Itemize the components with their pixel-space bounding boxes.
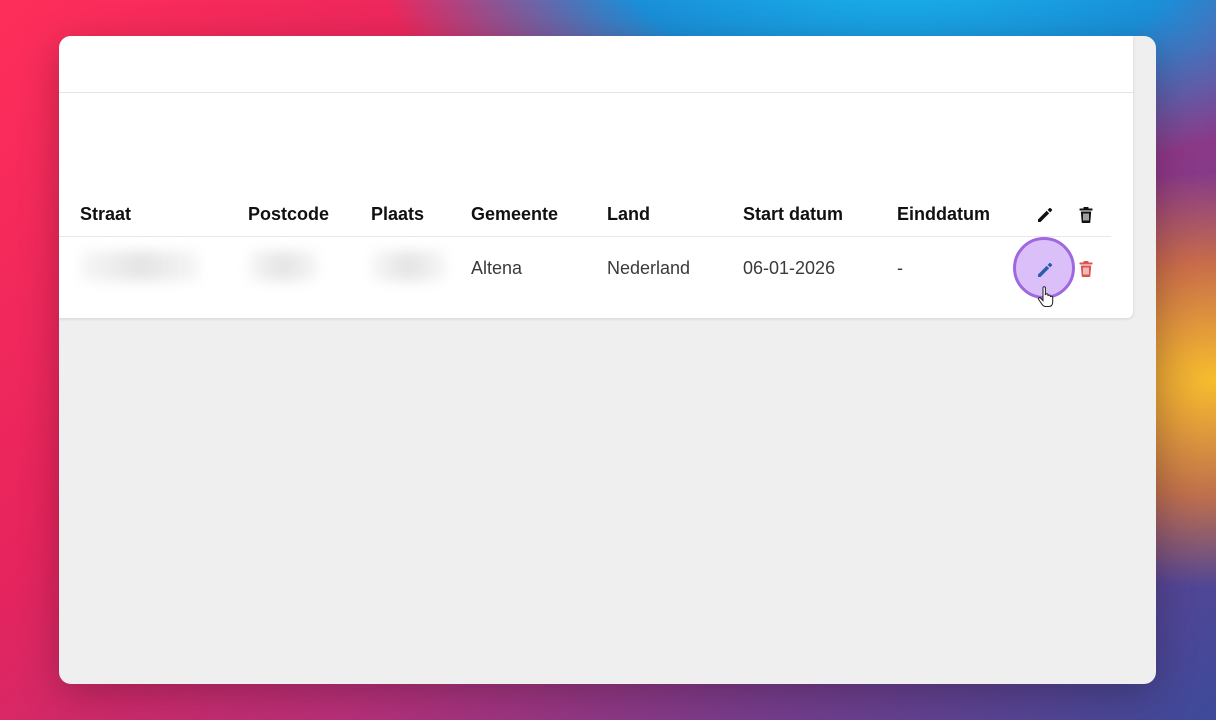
cell-start-datum: 06-01-2026	[743, 257, 836, 278]
cell-postcode	[248, 237, 371, 300]
address-table: Straat Postcode Plaats Gemeente Land Sta…	[59, 192, 1111, 307]
col-gemeente[interactable]: Gemeente	[471, 192, 607, 237]
cell-delete	[1076, 237, 1111, 300]
edit-button[interactable]	[1013, 236, 1075, 307]
table-header-row: Straat Postcode Plaats Gemeente Land Sta…	[59, 192, 1111, 237]
cell-plaats	[371, 237, 471, 300]
app-window: Straat Postcode Plaats Gemeente Land Sta…	[59, 36, 1156, 684]
col-einddatum[interactable]: Einddatum	[897, 192, 1035, 237]
redacted-straat	[80, 250, 200, 281]
cell-edit	[1013, 236, 1076, 307]
redacted-postcode	[248, 250, 318, 281]
col-postcode[interactable]: Postcode	[248, 192, 371, 237]
col-land[interactable]: Land	[607, 192, 743, 237]
pencil-icon	[1038, 207, 1053, 222]
delete-icon[interactable]	[1076, 259, 1096, 279]
col-delete	[1076, 192, 1111, 237]
cell-straat	[59, 237, 248, 300]
col-plaats[interactable]: Plaats	[371, 192, 471, 237]
edit-icon	[1038, 262, 1053, 277]
hand-cursor-icon	[1037, 286, 1054, 307]
cell-land: Nederland	[607, 257, 691, 278]
table-row[interactable]: Altena Nederland 06-01-2026 -	[59, 236, 1111, 307]
col-straat[interactable]: Straat	[59, 192, 248, 237]
trash-icon	[1079, 206, 1093, 223]
redacted-plaats	[371, 250, 446, 281]
col-edit	[1035, 192, 1076, 237]
cell-gemeente: Altena	[471, 257, 523, 278]
address-card: Straat Postcode Plaats Gemeente Land Sta…	[59, 36, 1133, 318]
card-header	[59, 36, 1133, 93]
col-start-datum[interactable]: Start datum	[743, 192, 897, 237]
